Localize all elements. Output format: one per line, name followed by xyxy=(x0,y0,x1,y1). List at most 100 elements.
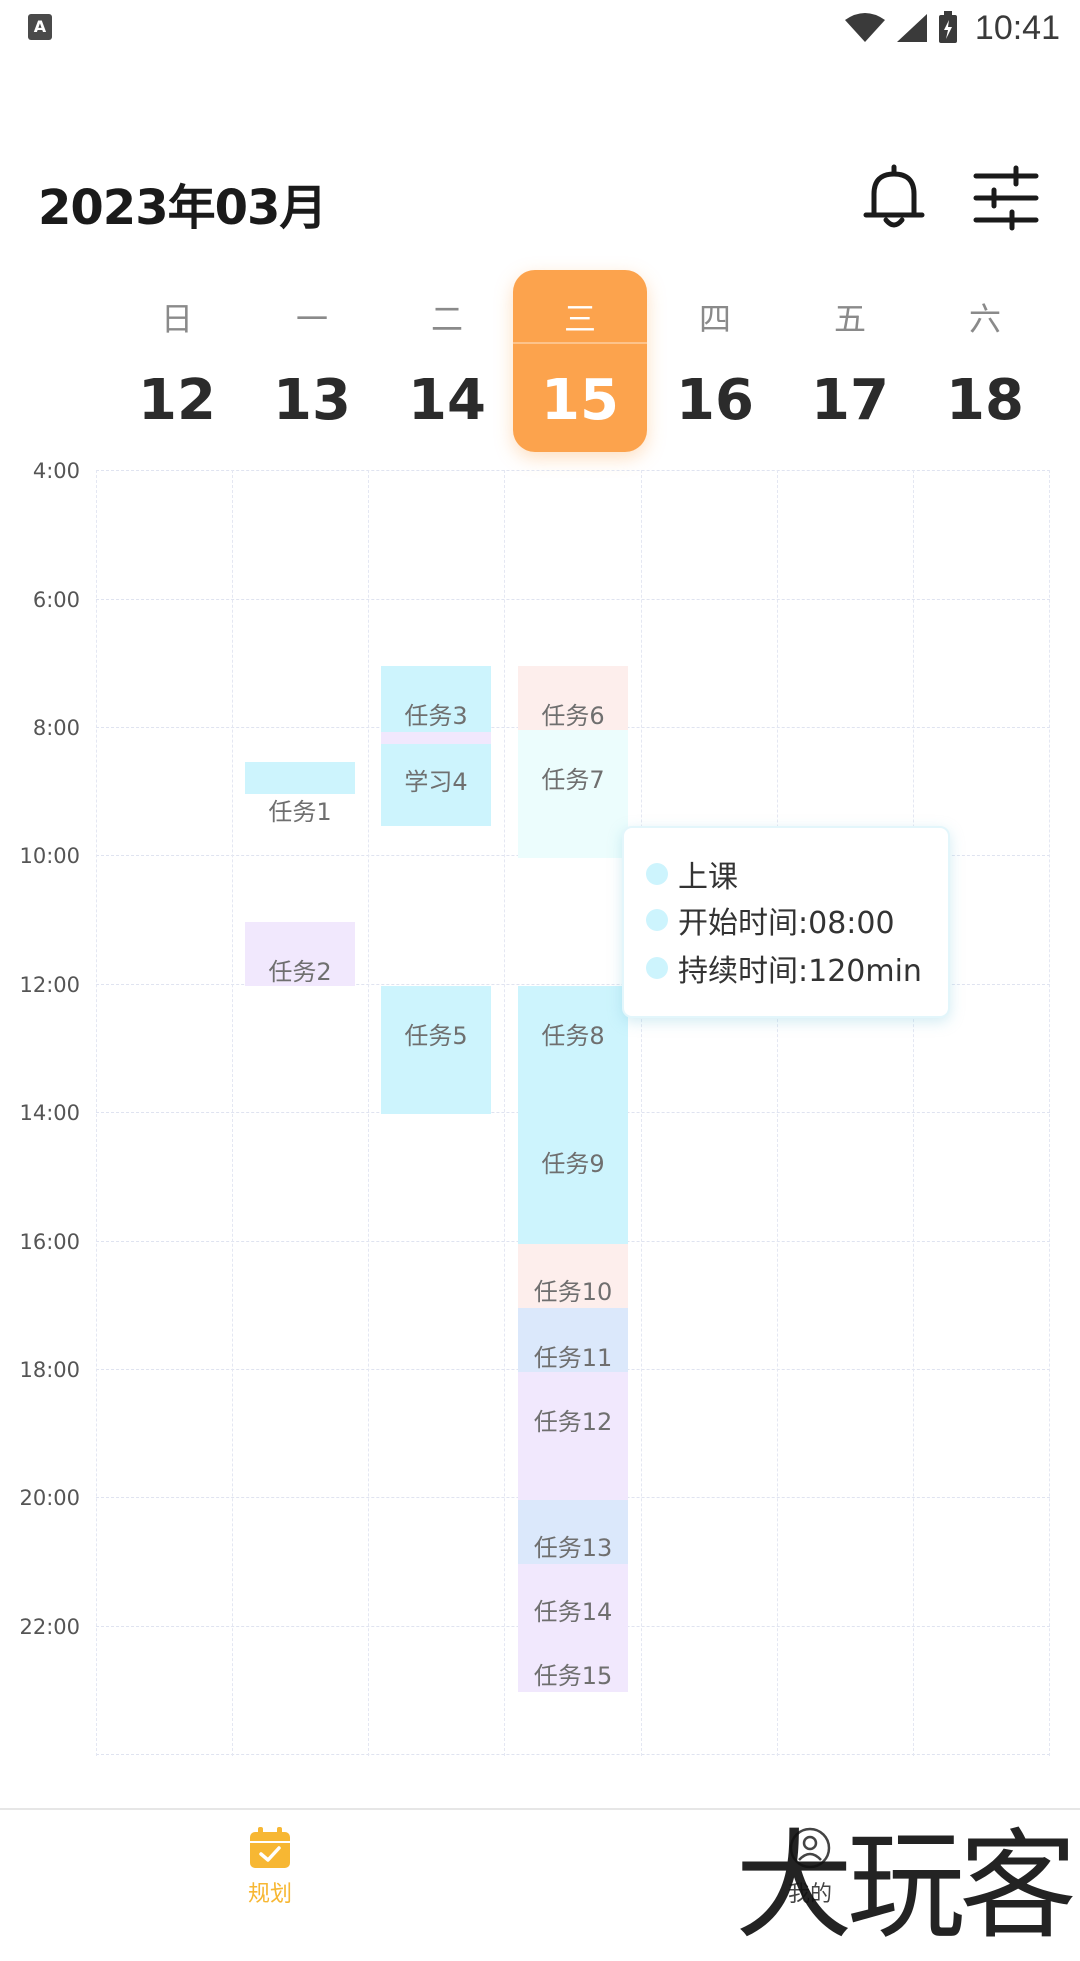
date-number: 17 xyxy=(811,368,889,433)
day-14[interactable]: 二 14 xyxy=(380,270,514,452)
battery-charging-icon xyxy=(938,11,957,43)
time-label: 8:00 xyxy=(32,716,80,740)
bullet-icon xyxy=(646,957,668,979)
date-number: 15 xyxy=(541,368,619,433)
task-block[interactable]: 任务15 xyxy=(518,1628,628,1692)
week-header: 日 12 一 13 二 14 三 15 四 16 五 17 六 18 xyxy=(110,270,1050,460)
task-block[interactable]: 任务2 xyxy=(245,922,355,986)
grid-column-line xyxy=(368,470,369,1756)
task-label: 任务5 xyxy=(404,1022,468,1050)
task-label: 任务11 xyxy=(533,1344,613,1372)
calendar-check-icon xyxy=(250,1827,290,1868)
task-tooltip: 上课 开始时间:08:00 持续时间:120min xyxy=(622,826,950,1018)
task-label: 任务8 xyxy=(541,1022,605,1050)
grid-line xyxy=(96,1754,1050,1755)
tooltip-row: 上课 xyxy=(646,854,738,895)
weekday-label: 一 xyxy=(295,300,328,338)
tooltip-duration: 持续时间:120min xyxy=(678,954,922,989)
time-label: 20:00 xyxy=(19,1486,80,1510)
signal-icon xyxy=(896,14,927,42)
day-13[interactable]: 一 13 xyxy=(245,270,379,452)
weekday-label: 六 xyxy=(968,300,1001,338)
status-bar: A 10:41 xyxy=(0,0,1080,56)
task-block[interactable] xyxy=(245,762,355,794)
grid-column-line xyxy=(504,470,505,1756)
time-label: 12:00 xyxy=(19,973,80,997)
time-label: 18:00 xyxy=(19,1358,80,1382)
month-title[interactable]: 2023年03月 xyxy=(38,168,327,238)
grid-column-line xyxy=(777,470,778,1756)
day-15-selected[interactable]: 三 15 xyxy=(513,270,647,452)
task-label: 任务3 xyxy=(404,702,468,730)
task-label: 任务12 xyxy=(533,1408,613,1436)
task-label: 任务6 xyxy=(541,702,605,730)
task-block[interactable]: 任务9 xyxy=(518,1114,628,1244)
tooltip-start-time: 开始时间:08:00 xyxy=(678,906,895,941)
task-label: 任务15 xyxy=(533,1662,613,1690)
weekday-label: 五 xyxy=(833,300,866,338)
wifi-icon xyxy=(844,13,885,42)
grid-column-line xyxy=(232,470,233,1756)
grid-column-line xyxy=(96,470,97,1756)
date-number: 13 xyxy=(273,368,351,433)
time-label: 14:00 xyxy=(19,1101,80,1125)
weekday-label: 二 xyxy=(430,300,463,338)
time-label: 16:00 xyxy=(19,1230,80,1254)
nav-item-plan[interactable]: 规划 xyxy=(190,1810,350,1922)
task-label: 任务9 xyxy=(541,1150,605,1178)
task-block[interactable]: 学习4 xyxy=(381,744,491,826)
date-number: 12 xyxy=(138,368,216,433)
weekday-label: 三 xyxy=(563,300,596,338)
grid-column-line xyxy=(641,470,642,1756)
bell-icon[interactable] xyxy=(858,162,930,234)
task-label: 任务1 xyxy=(268,798,332,826)
day-17[interactable]: 五 17 xyxy=(783,270,917,452)
task-block[interactable]: 任务14 xyxy=(518,1564,628,1628)
watermark-logo: 大玩客 xyxy=(735,1817,1077,1955)
task-label: 任务7 xyxy=(541,766,605,794)
date-number: 18 xyxy=(946,368,1024,433)
task-label: 任务14 xyxy=(533,1598,613,1626)
task-block[interactable]: 任务7 xyxy=(518,730,628,858)
weekday-label: 四 xyxy=(698,300,731,338)
tooltip-title: 上课 xyxy=(678,860,738,895)
task-block[interactable]: 任务8 xyxy=(518,986,628,1114)
app-badge-icon: A xyxy=(28,14,52,40)
task-block[interactable]: 任务10 xyxy=(518,1244,628,1308)
date-number: 16 xyxy=(676,368,754,433)
bullet-icon xyxy=(646,863,668,885)
task-block[interactable]: 任务12 xyxy=(518,1372,628,1500)
task-block[interactable]: 任务5 xyxy=(381,986,491,1114)
time-label: 10:00 xyxy=(19,844,80,868)
task-block[interactable]: 任务11 xyxy=(518,1308,628,1372)
day-18[interactable]: 六 18 xyxy=(918,270,1052,452)
time-label: 6:00 xyxy=(32,588,80,612)
time-label: 4:00 xyxy=(32,459,80,483)
task-label: 学习4 xyxy=(404,768,468,796)
task-overlap-block[interactable] xyxy=(381,732,491,744)
bullet-icon xyxy=(646,909,668,931)
nav-label: 规划 xyxy=(247,1882,292,1907)
grid-line xyxy=(96,470,1050,471)
task-label: 任务13 xyxy=(533,1534,613,1562)
task-label: 任务10 xyxy=(533,1278,613,1306)
grid-column-line xyxy=(913,470,914,1756)
tooltip-row: 开始时间:08:00 xyxy=(646,900,895,941)
divider xyxy=(513,342,647,344)
weekday-label: 日 xyxy=(160,300,193,338)
date-number: 14 xyxy=(408,368,486,433)
task-label: 任务2 xyxy=(268,958,332,986)
status-icons: 10:41 xyxy=(843,8,1060,48)
task-block[interactable]: 任务6 xyxy=(518,666,628,730)
time-label: 22:00 xyxy=(19,1615,80,1639)
tooltip-row: 持续时间:120min xyxy=(646,948,922,989)
clock: 10:41 xyxy=(974,8,1060,47)
task-block[interactable]: 任务13 xyxy=(518,1500,628,1564)
day-16[interactable]: 四 16 xyxy=(648,270,782,452)
grid-column-line xyxy=(1049,470,1050,1756)
filter-settings-icon[interactable] xyxy=(970,162,1042,234)
day-12[interactable]: 日 12 xyxy=(110,270,244,452)
grid-line xyxy=(96,599,1050,600)
task-block[interactable]: 任务3 xyxy=(381,666,491,732)
task-label-wrap: 任务1 xyxy=(245,792,355,826)
